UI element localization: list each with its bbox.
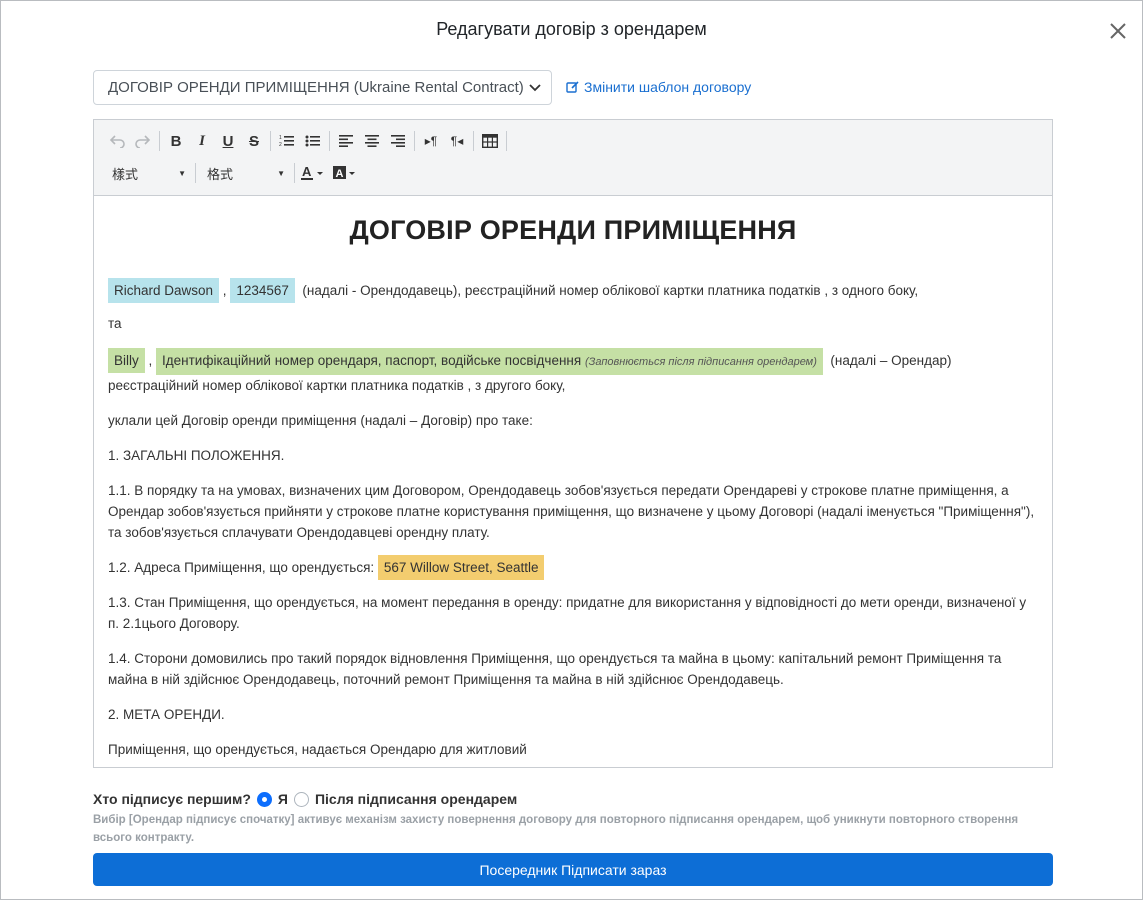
concluded-text: уклали цей Договір оренди приміщення (на…: [108, 413, 533, 428]
chevron-down-icon: ▼: [277, 168, 285, 178]
signer-me-radio[interactable]: [256, 791, 272, 807]
document-body[interactable]: ДОГОВІР ОРЕНДИ ПРИМІЩЕННЯ Richard Dawson…: [94, 196, 1052, 767]
landlord-text: (надалі - Орендодавець), реєстраційний н…: [302, 283, 919, 298]
signer-options: Хто підписує першим? Я Після підписання …: [93, 791, 517, 807]
bulleted-list-icon[interactable]: [300, 128, 326, 154]
edit-contract-modal: Редагувати договір з орендарем ДОГОВІР О…: [0, 0, 1143, 900]
bold-icon[interactable]: B: [163, 128, 189, 154]
document-title: ДОГОВІР ОРЕНДИ ПРИМІЩЕННЯ: [349, 215, 797, 245]
toolbar-separator: [270, 131, 271, 151]
toolbar-separator: [329, 131, 330, 151]
landlord-id-field[interactable]: 1234567: [230, 278, 295, 303]
style-dropdown[interactable]: 樣式 ▼: [104, 161, 192, 185]
clause-1-3: 1.3. Стан Приміщення, що орендується, на…: [108, 595, 1027, 631]
modal-title: Редагувати договір з орендарем: [436, 19, 707, 39]
toolbar-separator: [294, 163, 295, 183]
redo-icon[interactable]: [130, 128, 156, 154]
toolbar-separator: [506, 131, 507, 151]
italic-icon[interactable]: I: [189, 128, 215, 154]
tenant-id-field[interactable]: Ідентифікаційний номер орендаря, паспорт…: [156, 348, 823, 375]
undo-icon[interactable]: [104, 128, 130, 154]
template-select[interactable]: ДОГОВІР ОРЕНДИ ПРИМІЩЕННЯ (Ukraine Renta…: [93, 70, 552, 105]
clause-1-4: 1.4. Сторони домовились про такий порядо…: [108, 651, 1002, 687]
sign-now-button[interactable]: Посередник Підписати зараз: [93, 853, 1053, 886]
signer-question: Хто підписує першим?: [93, 791, 251, 807]
chevron-down-icon: ▼: [178, 168, 186, 178]
editor-toolbar: B I U S 12 ▸¶ ¶◂ 樣式 ▼ 格式 ▼ A A: [94, 120, 1052, 196]
format-dropdown[interactable]: 格式 ▼: [199, 161, 291, 185]
tenant-id-label: Ідентифікаційний номер орендаря, паспорт…: [162, 353, 582, 368]
signer-note: Вибір [Орендар підписує спочатку] активу…: [93, 814, 1019, 844]
tenant-text: (надалі – Орендар): [830, 353, 952, 368]
tenant-paragraph: Billy , Ідентифікаційний номер орендаря,…: [108, 348, 1038, 396]
toolbar-separator: [159, 131, 160, 151]
close-icon[interactable]: [1106, 19, 1130, 43]
and-text: та: [108, 316, 122, 331]
edit-icon: [566, 81, 579, 93]
svg-text:A: A: [336, 168, 344, 180]
rich-text-editor: B I U S 12 ▸¶ ¶◂ 樣式 ▼ 格式 ▼ A A ДОГОВІР О…: [93, 119, 1053, 768]
svg-text:A: A: [302, 165, 312, 179]
ltr-icon[interactable]: ▸¶: [418, 128, 444, 154]
svg-text:2: 2: [279, 142, 282, 148]
section-1-heading: 1. ЗАГАЛЬНІ ПОЛОЖЕННЯ.: [108, 448, 285, 463]
clause-1-2-text: 1.2. Адреса Приміщення, що орендується:: [108, 560, 375, 575]
rtl-icon[interactable]: ¶◂: [444, 128, 470, 154]
table-icon[interactable]: [477, 128, 503, 154]
background-color-icon[interactable]: A: [330, 160, 362, 186]
svg-text:1: 1: [279, 135, 282, 141]
strikethrough-icon[interactable]: S: [241, 128, 267, 154]
clause-1-2: 1.2. Адреса Приміщення, що орендується: …: [108, 555, 1038, 580]
change-template-link[interactable]: Змінити шаблон договору: [566, 79, 751, 95]
landlord-paragraph: Richard Dawson , 1234567 (надалі - Оренд…: [108, 278, 1038, 303]
numbered-list-icon[interactable]: 12: [274, 128, 300, 154]
section-2-heading: 2. МЕТА ОРЕНДИ.: [108, 707, 225, 722]
landlord-name-field[interactable]: Richard Dawson: [108, 278, 220, 303]
tenant-name-field[interactable]: Billy: [108, 348, 145, 373]
align-center-icon[interactable]: [359, 128, 385, 154]
address-field[interactable]: 567 Willow Street, Seattle: [377, 555, 545, 580]
underline-icon[interactable]: U: [215, 128, 241, 154]
toolbar-separator: [473, 131, 474, 151]
text-color-icon[interactable]: A: [298, 160, 330, 186]
chevron-down-icon: [529, 84, 541, 92]
tenant-id-hint: (Заповнюється після підписання орендарем…: [584, 356, 817, 368]
style-dropdown-label: 樣式: [112, 166, 139, 182]
signer-me-label[interactable]: Я: [278, 791, 288, 807]
toolbar-separator: [414, 131, 415, 151]
change-template-label: Змінити шаблон договору: [584, 79, 752, 95]
clause-2-1: Приміщення, що орендується, надається Ор…: [108, 742, 527, 757]
tenant-text-2: реєстраційний номер облікової картки пла…: [108, 378, 566, 393]
template-select-value: ДОГОВІР ОРЕНДИ ПРИМІЩЕННЯ (Ukraine Renta…: [108, 79, 524, 96]
toolbar-separator: [195, 163, 196, 183]
signer-after-tenant-radio[interactable]: [293, 791, 309, 807]
format-dropdown-label: 格式: [207, 166, 234, 182]
signer-after-tenant-label[interactable]: Після підписання орендарем: [315, 791, 517, 807]
align-right-icon[interactable]: [385, 128, 411, 154]
align-left-icon[interactable]: [333, 128, 359, 154]
clause-1-1: 1.1. В порядку та на умовах, визначених …: [108, 483, 1035, 540]
